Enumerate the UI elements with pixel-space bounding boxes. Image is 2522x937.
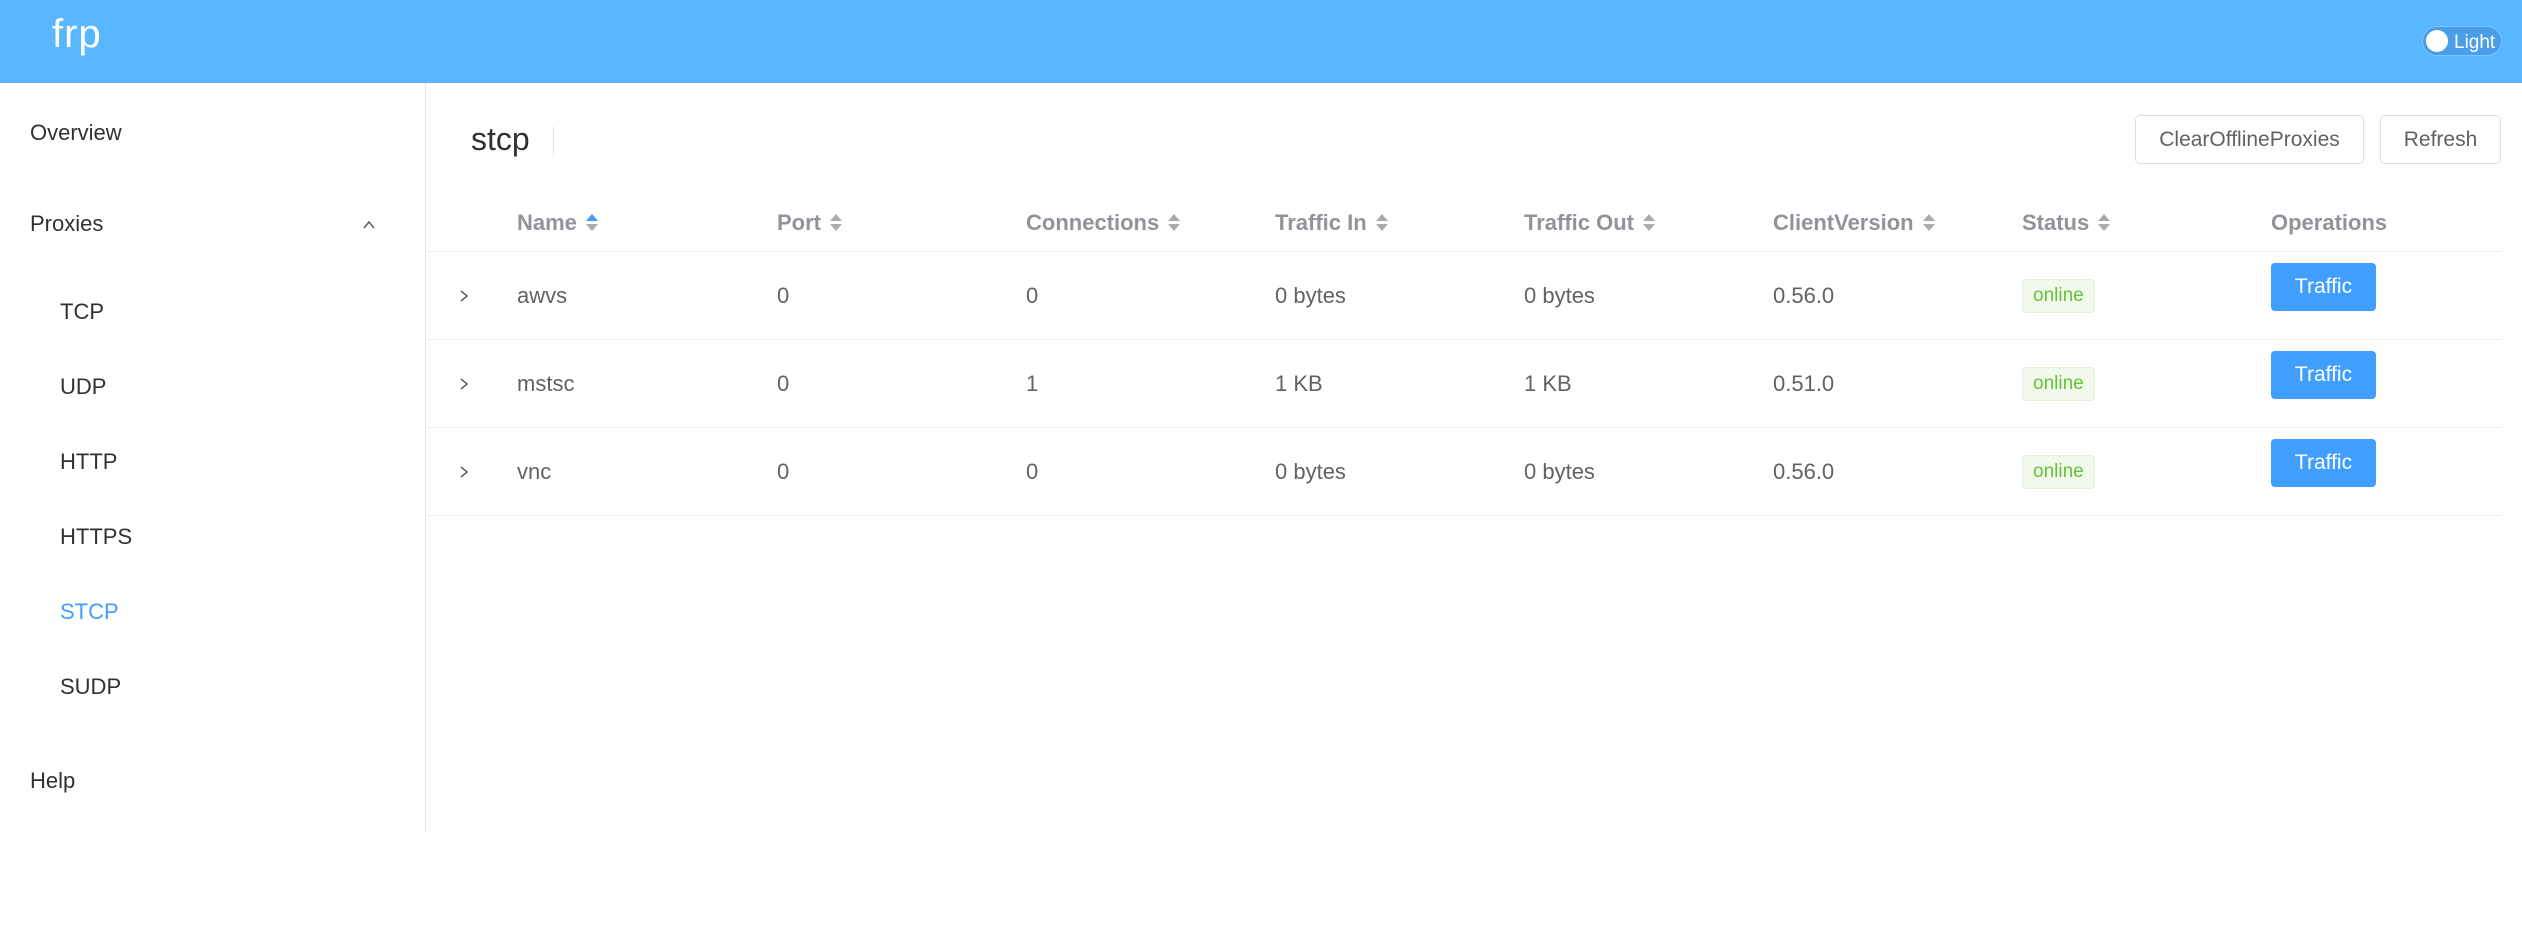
- sidebar-item-https[interactable]: HTTPS: [60, 524, 132, 550]
- column-label: Status: [2022, 209, 2090, 235]
- cell-operations: Traffic: [2271, 252, 2376, 340]
- column-label: Traffic In: [1275, 209, 1367, 235]
- chevron-right-icon[interactable]: [457, 289, 471, 303]
- cell-client-version: 0.56.0: [1773, 283, 1835, 308]
- cell-name: mstsc: [517, 371, 575, 396]
- sort-icon[interactable]: [829, 212, 843, 234]
- cell-traffic-out: 0 bytes: [1524, 283, 1595, 308]
- column-label: Traffic Out: [1524, 209, 1635, 235]
- refresh-button[interactable]: Refresh: [2380, 115, 2501, 164]
- cell-traffic-in: 1 KB: [1275, 371, 1323, 396]
- table-header: Name Port Connections Traffic In Traffic…: [427, 193, 2502, 252]
- column-header-traffic-in[interactable]: Traffic In: [1275, 193, 1389, 252]
- traffic-button[interactable]: Traffic: [2271, 351, 2376, 399]
- sidebar-item-stcp[interactable]: STCP: [60, 599, 119, 625]
- cell-status: online: [2022, 340, 2095, 428]
- cell-port: 0: [777, 371, 790, 396]
- cell-client-version: 0.51.0: [1773, 371, 1835, 396]
- cell-connections: 0: [1026, 283, 1039, 308]
- top-bar: frp Light: [0, 0, 2522, 83]
- theme-toggle-label: Light: [2454, 32, 2496, 53]
- cell-port: 0: [777, 459, 790, 484]
- sidebar-item-help[interactable]: Help: [30, 768, 75, 794]
- column-label: ClientVersion: [1773, 209, 1914, 235]
- cell-operations: Traffic: [2271, 340, 2376, 428]
- column-header-client-version[interactable]: ClientVersion: [1773, 193, 1936, 252]
- status-badge: online: [2022, 367, 2095, 401]
- status-badge: online: [2022, 279, 2095, 313]
- cell-name: awvs: [517, 283, 568, 308]
- column-header-operations: Operations: [2271, 193, 2387, 252]
- theme-toggle[interactable]: Light: [2422, 26, 2502, 56]
- sort-icon[interactable]: [1922, 212, 1936, 234]
- cell-status: online: [2022, 252, 2095, 340]
- title-divider: [553, 127, 554, 155]
- main-content: stcp ClearOfflineProxies Refresh Name Po…: [427, 83, 2522, 831]
- column-header-connections[interactable]: Connections: [1026, 193, 1181, 252]
- cell-traffic-out: 1 KB: [1524, 371, 1572, 396]
- table-row[interactable]: awvs 0 0 0 bytes 0 bytes 0.56.0 online T…: [427, 252, 2502, 340]
- column-header-traffic-out[interactable]: Traffic Out: [1524, 193, 1656, 252]
- chevron-right-icon[interactable]: [457, 377, 471, 391]
- theme-toggle-knob: [2426, 30, 2448, 52]
- table-row[interactable]: vnc 0 0 0 bytes 0 bytes 0.56.0 online Tr…: [427, 428, 2502, 516]
- status-badge: online: [2022, 455, 2095, 489]
- sort-icon[interactable]: [2097, 212, 2111, 234]
- cell-client-version: 0.56.0: [1773, 459, 1835, 484]
- column-label: Operations: [2271, 209, 2388, 235]
- sidebar: Overview Proxies TCP UDP HTTP HTTPS STCP…: [0, 83, 426, 831]
- column-header-status[interactable]: Status: [2022, 193, 2111, 252]
- column-header-port[interactable]: Port: [777, 193, 843, 252]
- cell-connections: 0: [1026, 459, 1039, 484]
- sidebar-item-http[interactable]: HTTP: [60, 449, 117, 475]
- page-title: stcp: [471, 121, 530, 157]
- sort-icon[interactable]: [1167, 212, 1181, 234]
- sidebar-item-overview[interactable]: Overview: [30, 120, 122, 146]
- sidebar-item-sudp[interactable]: SUDP: [60, 674, 121, 700]
- cell-traffic-out: 0 bytes: [1524, 459, 1595, 484]
- sort-icon[interactable]: [585, 212, 599, 234]
- traffic-button[interactable]: Traffic: [2271, 263, 2376, 311]
- cell-traffic-in: 0 bytes: [1275, 459, 1346, 484]
- column-label: Port: [777, 209, 821, 235]
- sort-icon[interactable]: [1375, 212, 1389, 234]
- column-header-name[interactable]: Name: [517, 193, 599, 252]
- proxies-table: Name Port Connections Traffic In Traffic…: [427, 193, 2502, 516]
- cell-port: 0: [777, 283, 790, 308]
- clear-offline-proxies-button[interactable]: ClearOfflineProxies: [2135, 115, 2364, 164]
- cell-operations: Traffic: [2271, 428, 2376, 516]
- cell-name: vnc: [517, 459, 552, 484]
- sidebar-item-tcp[interactable]: TCP: [60, 299, 104, 325]
- traffic-button[interactable]: Traffic: [2271, 439, 2376, 487]
- chevron-right-icon[interactable]: [457, 465, 471, 479]
- chevron-up-icon[interactable]: [362, 218, 376, 232]
- cell-traffic-in: 0 bytes: [1275, 283, 1346, 308]
- sidebar-item-proxies[interactable]: Proxies: [30, 211, 103, 237]
- table-row[interactable]: mstsc 0 1 1 KB 1 KB 0.51.0 online Traffi…: [427, 340, 2502, 428]
- cell-status: online: [2022, 428, 2095, 516]
- brand-logo[interactable]: frp: [52, 12, 102, 57]
- column-label: Connections: [1026, 209, 1160, 235]
- sidebar-item-udp[interactable]: UDP: [60, 374, 106, 400]
- column-label: Name: [517, 209, 577, 235]
- sort-icon[interactable]: [1642, 212, 1656, 234]
- cell-connections: 1: [1026, 371, 1039, 396]
